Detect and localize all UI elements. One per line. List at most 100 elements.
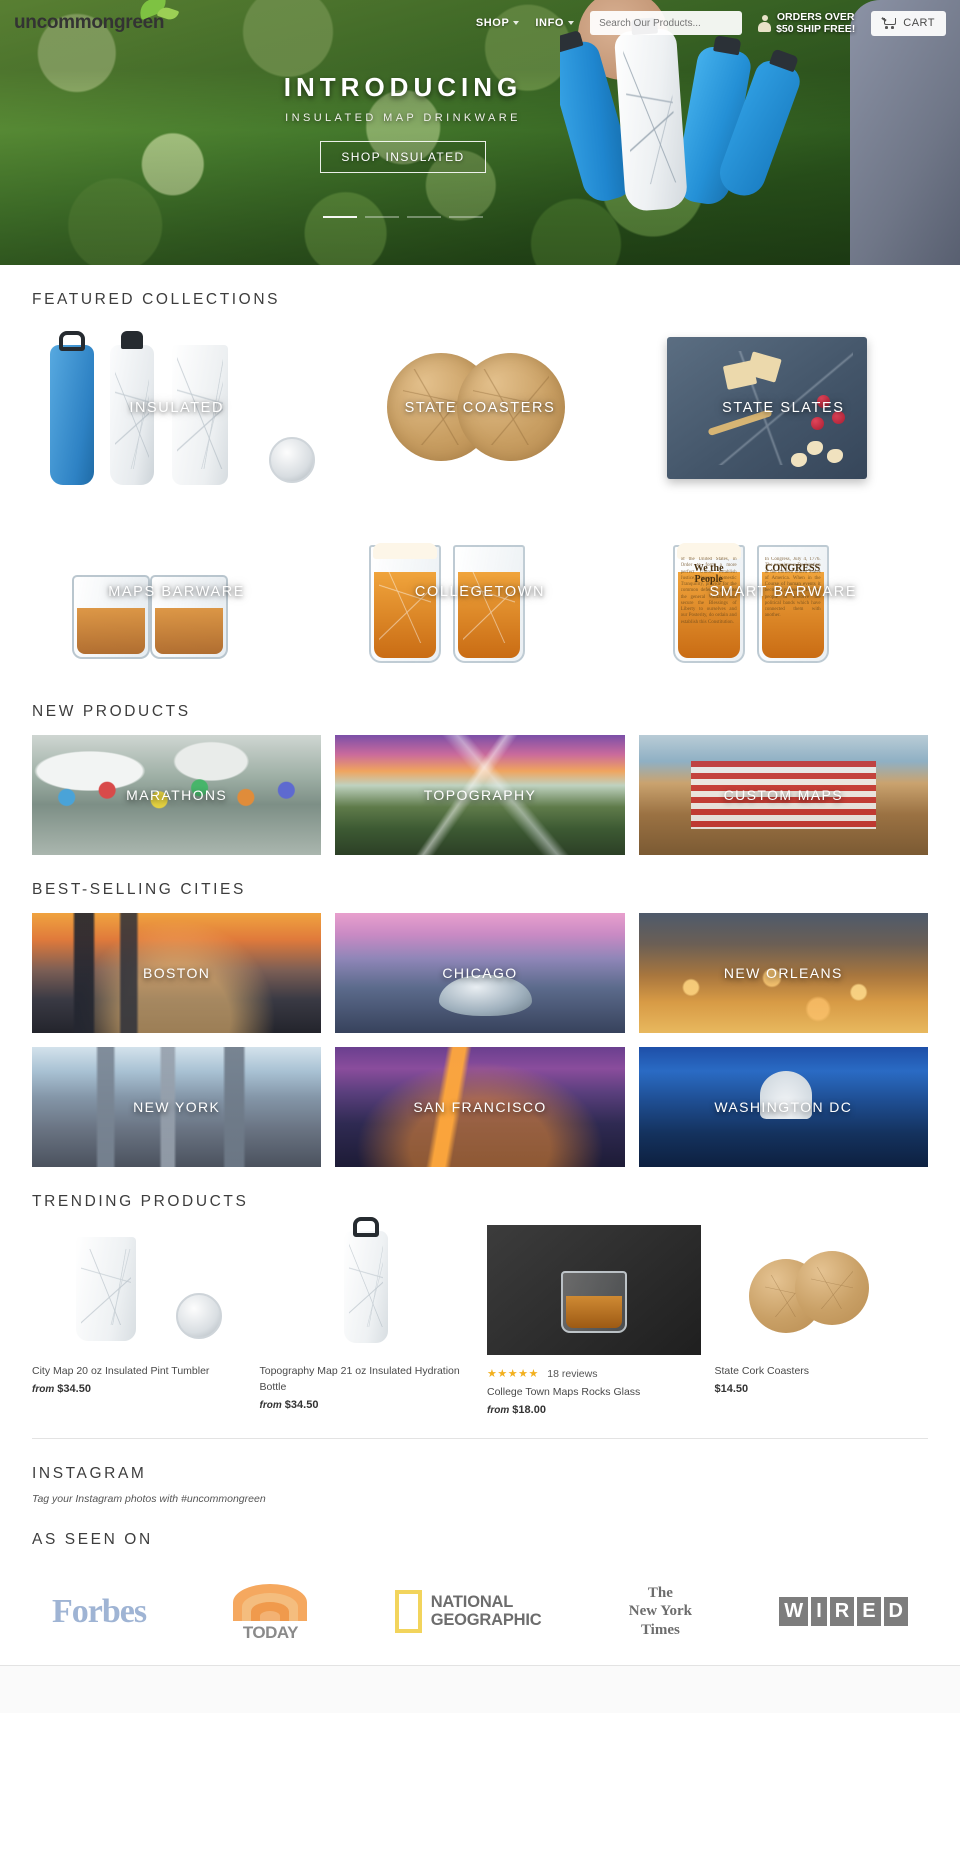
site-header: uncommongreen SHOP INFO ORDERS OVER $50 … [0,0,960,46]
collection-label: INSULATED [129,400,225,416]
featured-collections-section: FEATURED COLLECTIONS INSULATED STATE COA… [0,291,960,1643]
tumbler-lid [269,437,316,483]
product-card-hydration-bottle[interactable]: Topography Map 21 oz Insulated Hydration… [259,1217,474,1416]
nav-item-shop[interactable]: SHOP [476,17,520,29]
product-name: College Town Maps Rocks Glass [487,1386,641,1398]
product-image-cork-coasters [714,1225,928,1355]
carousel-dot-4[interactable] [449,216,483,218]
logo-text-primary: uncommon [14,12,114,33]
today-logo-text: TODAY [242,1622,299,1642]
hero-title: INTRODUCING [283,72,523,102]
wired-letter-d: D [883,1597,908,1627]
carousel-dot-1[interactable] [323,216,357,218]
section-divider [32,1437,928,1439]
collection-tile-state-slates[interactable]: STATE SLATES [639,323,928,493]
product-name: State Cork Coasters [714,1365,810,1377]
press-logos: Forbes TODAY NATIONAL GEOGRAPHIC The New… [32,1563,928,1643]
tile-label: NEW YORK [133,1099,221,1115]
tile-label: BOSTON [143,965,211,981]
star-rating-icon: ★★★★★ [487,1368,539,1380]
city-tile-boston[interactable]: BOSTON [32,913,322,1033]
city-tile-chicago[interactable]: CHICAGO [335,913,625,1033]
search-input[interactable] [590,11,743,35]
as-seen-on-heading: AS SEEN ON [32,1530,153,1548]
nyt-line-2: New York [628,1603,692,1620]
tile-label: TOPOGRAPHY [423,787,537,803]
carousel-indicators [0,216,806,218]
wired-letter-w: W [779,1597,809,1627]
product-card-cork-coasters[interactable]: State Cork Coasters $14.50 [714,1225,928,1416]
price-prefix: from [259,1399,282,1411]
collection-label: STATE SLATES [722,400,845,416]
city-tile-washington-dc[interactable]: WASHINGTON DC [638,1047,928,1167]
product-image-rocks-glass [487,1225,701,1355]
new-york-times-logo[interactable]: The New York Times [629,1584,692,1640]
carousel-dot-3[interactable] [407,216,441,218]
natgeo-rectangle-icon [394,1590,422,1634]
product-name: City Map 20 oz Insulated Pint Tumbler [32,1365,210,1377]
city-tile-san-francisco[interactable]: SAN FRANCISCO [335,1047,625,1167]
product-image-tumbler [32,1225,246,1355]
price-prefix: from [487,1404,510,1416]
product-name: Topography Map 21 oz Insulated Hydration… [259,1365,460,1393]
tile-label: CUSTOM MAPS [723,787,844,803]
review-count: 18 reviews [547,1368,598,1380]
wired-logo[interactable]: W I R E D [779,1597,908,1627]
free-shipping-promo: ORDERS OVER $50 SHIP FREE! [758,11,855,36]
price-value: $18.00 [512,1403,546,1416]
person-icon [758,14,772,32]
nyt-line-3: Times [640,1622,680,1639]
national-geographic-logo[interactable]: NATIONAL GEOGRAPHIC [394,1590,542,1634]
collection-label: SMART BARWARE [709,584,858,600]
shopping-cart-icon [881,17,897,29]
footer-area [0,1664,960,1713]
site-logo[interactable]: uncommongreen [14,0,180,34]
wired-letter-i: I [811,1597,827,1627]
natgeo-line-1: NATIONAL [430,1593,514,1612]
nav-item-shop-label: SHOP [475,17,510,29]
carousel-dot-2[interactable] [365,216,399,218]
hero-cta-button[interactable]: SHOP INSULATED [320,141,486,173]
best-selling-cities-heading: BEST-SELLING CITIES [32,881,246,898]
product-image-hydration-bottle [259,1217,473,1355]
trending-products-heading: TRENDING PRODUCTS [32,1193,249,1210]
new-product-tile-topography[interactable]: TOPOGRAPHY [335,735,625,855]
new-product-tile-marathons[interactable]: MARATHONS [32,735,322,855]
today-rainbow-icon [233,1581,308,1621]
price-value: $34.50 [57,1382,91,1395]
new-product-tile-custom-maps[interactable]: CUSTOM MAPS [638,735,928,855]
tile-label: WASHINGTON DC [714,1099,853,1115]
promo-line-1: ORDERS OVER [776,10,855,23]
product-rating-row: ★★★★★ 18 reviews [487,1364,701,1382]
today-logo[interactable]: TODAY [233,1581,308,1643]
collection-tile-state-coasters[interactable]: STATE COASTERS [335,323,624,493]
nav-item-info[interactable]: INFO [535,17,575,29]
product-card-tumbler[interactable]: City Map 20 oz Insulated Pint Tumbler fr… [32,1225,246,1416]
hero-copy: INTRODUCING INSULATED MAP DRINKWARE SHOP… [0,72,806,173]
cart-button[interactable]: CART [871,10,946,36]
new-products-grid: MARATHONS TOPOGRAPHY CUSTOM MAPS [32,735,928,855]
forbes-logo[interactable]: Forbes [52,1593,147,1631]
collection-tile-collegetown[interactable]: COLLEGETOWN [335,507,624,677]
city-tile-new-york[interactable]: NEW YORK [32,1047,322,1167]
collection-label: COLLEGETOWN [414,584,546,600]
price-value: $14.50 [714,1382,749,1395]
cart-button-label: CART [903,17,935,29]
collection-tile-insulated[interactable]: INSULATED [32,323,321,493]
tile-label: CHICAGO [442,965,518,981]
product-price: from $34.50 [260,1399,474,1411]
city-tile-new-orleans[interactable]: NEW ORLEANS [638,913,928,1033]
chevron-down-icon [568,21,575,25]
price-prefix: from [32,1383,55,1395]
promo-line-2: $50 SHIP FREE! [776,23,856,35]
nav-item-info-label: INFO [535,17,565,29]
hero-subtitle: INSULATED MAP DRINKWARE [285,112,521,124]
wired-letter-r: R [829,1597,855,1627]
wired-letter-e: E [857,1597,881,1627]
tile-label: MARATHONS [126,787,228,803]
collection-label: STATE COASTERS [404,400,556,416]
collection-tile-smart-barware[interactable]: We the People of the United States, in O… [639,507,928,677]
trending-products-grid: City Map 20 oz Insulated Pint Tumbler fr… [32,1217,928,1416]
collection-tile-maps-barware[interactable]: MAPS BARWARE [32,507,321,677]
product-card-rocks-glass[interactable]: ★★★★★ 18 reviews College Town Maps Rocks… [487,1225,701,1416]
